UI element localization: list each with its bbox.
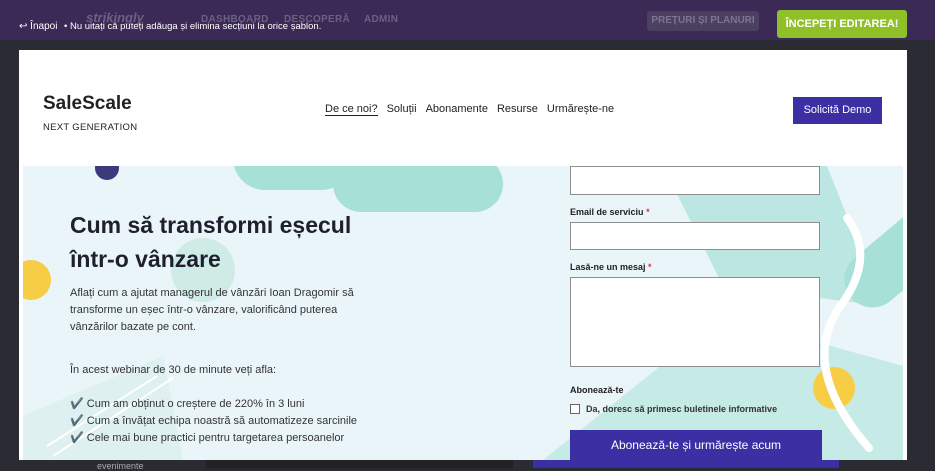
- nav-solutions[interactable]: Soluții: [387, 103, 417, 116]
- editor-topbar: strikingly DASHBOARD DESCOPERĂ ADMIN ↩ Î…: [0, 0, 935, 40]
- subscribe-label: Abonează-te: [570, 385, 624, 395]
- webinar-intro: În acest webinar de 30 de minute veți af…: [70, 364, 277, 376]
- hero-description: Aflați cum a ajutat managerul de vânzări…: [70, 287, 354, 333]
- benefit-list: ✔️ Cum am obținut o creștere de 220% în …: [70, 396, 357, 447]
- email-label: Email de serviciu *: [570, 207, 650, 217]
- nav-why-us[interactable]: De ce noi?: [325, 103, 378, 116]
- template-tip: • Nu uitați că puteți adăuga și elimina …: [64, 21, 322, 32]
- hero-section: Cum să transformi eșecul într-o vânzare …: [23, 166, 903, 460]
- pricing-button[interactable]: PREȚURI ȘI PLANURI: [647, 11, 759, 31]
- name-field[interactable]: [570, 166, 820, 195]
- site-logo[interactable]: SaleScale: [43, 93, 132, 115]
- nav-subscriptions[interactable]: Abonamente: [426, 103, 488, 116]
- required-mark: *: [648, 262, 652, 272]
- back-arrow-icon: ↩: [19, 21, 28, 32]
- site-nav: De ce noi? Soluții Abonamente Resurse Ur…: [325, 103, 614, 116]
- mint-pill-shape: [333, 166, 503, 212]
- list-item: ✔️ Cum am obținut o creștere de 220% în …: [70, 398, 305, 410]
- site-header: SaleScale NEXT GENERATION De ce noi? Sol…: [19, 50, 907, 166]
- required-mark: *: [646, 207, 650, 217]
- nav-resources[interactable]: Resurse: [497, 103, 538, 116]
- nav-admin[interactable]: ADMIN: [364, 14, 398, 25]
- newsletter-option[interactable]: Da, doresc să primesc buletinele informa…: [570, 404, 777, 414]
- back-button[interactable]: ↩ Înapoi: [19, 21, 57, 32]
- newsletter-checkbox[interactable]: [570, 404, 580, 414]
- start-editing-button[interactable]: ÎNCEPEȚI EDITAREA!: [777, 10, 907, 38]
- subscribe-watch-button[interactable]: Abonează-te și urmărește acum: [570, 430, 822, 460]
- video-block: [206, 460, 513, 468]
- template-preview: SaleScale NEXT GENERATION De ce noi? Sol…: [19, 50, 907, 460]
- email-field[interactable]: [570, 222, 820, 250]
- message-field[interactable]: [570, 277, 820, 367]
- message-label: Lasă-ne un mesaj *: [570, 262, 652, 272]
- request-demo-button[interactable]: Solicită Demo: [793, 97, 882, 124]
- site-tagline: NEXT GENERATION: [43, 122, 138, 133]
- hero-title: Cum să transformi eșecul într-o vânzare: [70, 212, 352, 272]
- list-item: ✔️ Cum a învățat echipa noastră să autom…: [70, 415, 358, 427]
- yellow-circle: [23, 260, 51, 300]
- navy-dot: [95, 166, 119, 180]
- events-partial-text: evenimente: [97, 461, 144, 471]
- nav-follow-us[interactable]: Urmărește-ne: [547, 103, 614, 116]
- list-item: ✔️ Cele mai bune practici pentru targeta…: [70, 432, 345, 444]
- cta-block: [533, 460, 839, 468]
